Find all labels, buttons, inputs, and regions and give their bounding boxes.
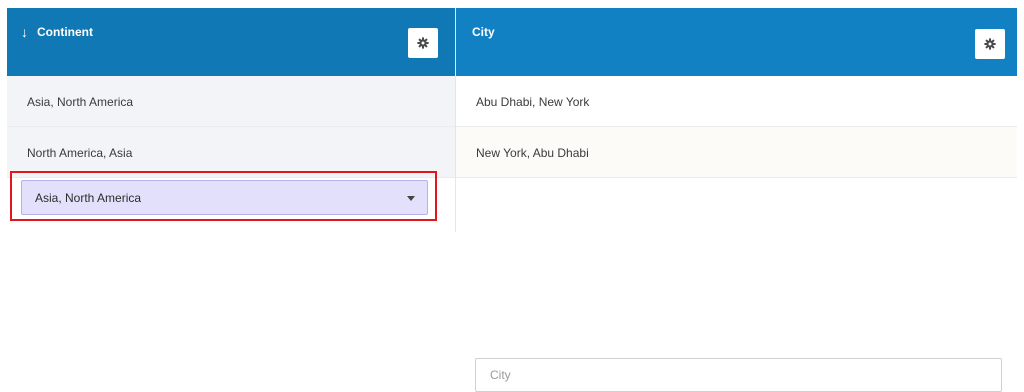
column-header-label: City bbox=[472, 25, 495, 39]
column-city: City Abu Dhabi, New York New York, Abu D… bbox=[455, 8, 1017, 392]
select-value: Asia, North America bbox=[35, 191, 142, 205]
column-settings-button[interactable] bbox=[408, 28, 438, 58]
table-cell[interactable]: Abu Dhabi, New York bbox=[456, 76, 1017, 127]
table-cell[interactable]: Asia, North America bbox=[7, 76, 455, 127]
city-filter-input[interactable] bbox=[475, 358, 1002, 392]
gear-icon bbox=[417, 37, 429, 49]
table-cell[interactable]: New York, Abu Dhabi bbox=[456, 127, 1017, 178]
arrow-down-icon[interactable]: ↓ bbox=[21, 25, 28, 39]
cell-text: New York, Abu Dhabi bbox=[476, 146, 589, 160]
column-header-label: Continent bbox=[37, 25, 93, 39]
header-title-group: ↓ Continent bbox=[21, 25, 93, 39]
caret-down-icon bbox=[407, 196, 415, 201]
cell-text: North America, Asia bbox=[27, 146, 133, 160]
column-header-continent[interactable]: ↓ Continent bbox=[7, 8, 455, 76]
gear-icon bbox=[984, 38, 996, 50]
continent-filter-select[interactable]: Asia, North America bbox=[21, 180, 428, 215]
cell-text: Asia, North America bbox=[27, 95, 134, 109]
cell-text: Abu Dhabi, New York bbox=[476, 95, 590, 109]
header-title-group: City bbox=[472, 25, 495, 39]
filter-cell-city bbox=[456, 178, 1017, 392]
column-settings-button[interactable] bbox=[975, 29, 1005, 59]
column-header-city[interactable]: City bbox=[456, 8, 1017, 76]
